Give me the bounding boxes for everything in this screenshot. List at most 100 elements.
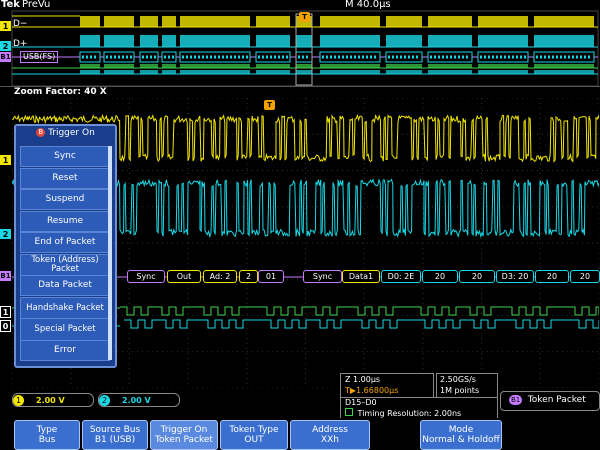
source-bus-label: Source Bus [89, 425, 141, 435]
trigger-on-label: Trigger On [160, 425, 208, 435]
prevu-d0-band [428, 70, 472, 74]
type-value: Bus [38, 435, 56, 445]
ch1-marker[interactable]: 1 [0, 155, 11, 165]
mode-label: Mode [448, 425, 474, 435]
prevu-ch1-band [104, 16, 134, 27]
bus-packet-field: Sync [303, 270, 342, 283]
menu-item-handshake-packet[interactable]: Handshake Packet [20, 296, 110, 320]
prevu-d1-band [296, 64, 312, 68]
menu-item-resume[interactable]: Resume [20, 210, 110, 232]
bus-packet-field: 2 [239, 270, 258, 283]
source-bus-button[interactable]: Source Bus B1 (USB) [82, 420, 148, 450]
prevu-ch2-band [80, 35, 100, 47]
bus-packet-field: Ad: 2 [203, 270, 237, 283]
d1-marker[interactable]: 1 [0, 306, 11, 318]
prevu-d0-band [162, 70, 176, 74]
bus-packet-field: D3: 20 [496, 270, 534, 283]
prevu-digital-trace [12, 64, 598, 75]
prevu-ch1-band [180, 16, 250, 27]
prevu-ch2-band [140, 35, 158, 47]
bus-packet-field: Data1 [342, 270, 380, 283]
ch1-badge-scale: 2.00 V [36, 395, 65, 405]
prevu-ch2-band [296, 35, 312, 47]
ch2-marker[interactable]: 2 [0, 229, 11, 239]
prevu-ch2-band [386, 35, 422, 47]
prevu-ch1-band [140, 16, 158, 27]
menu-item-error[interactable]: Error [20, 339, 110, 361]
address-label: Address [312, 425, 348, 435]
bus-packet-field: Out [167, 270, 201, 283]
menu-item-end-of-packet[interactable]: End of Packet [20, 232, 110, 253]
prevu-ch2-band [428, 35, 472, 47]
bus-packet-field: 01 [258, 270, 284, 283]
trigger-on-menu[interactable]: B Trigger On Sync Reset Suspend Resume End o… [14, 124, 117, 368]
address-button[interactable]: Address XXh [290, 420, 370, 450]
b1-marker[interactable]: B1 [0, 271, 11, 281]
prevu-d1-band [180, 64, 250, 68]
prevu-d0-band [320, 70, 380, 74]
prevu-ch1-band [256, 16, 290, 27]
ch2-scale-badge[interactable]: 2 2.00 V [98, 393, 180, 407]
mode-value: Normal & Holdoff [422, 435, 500, 445]
d1-trace-line [120, 306, 600, 316]
prevu-d1-band [80, 64, 100, 68]
prevu-d1-band [162, 64, 176, 68]
prevu-b1-marker: B1 [0, 52, 11, 62]
token-type-button[interactable]: Token Type OUT [220, 420, 288, 450]
prevu-d-plus-label: D+ [13, 39, 28, 49]
prevu-ch2-band [162, 35, 176, 47]
trigger-readout[interactable]: B1 Token Packet [500, 391, 600, 411]
prevu-d0-band [104, 70, 134, 74]
bus-packet-field: Sync [127, 270, 165, 283]
prevu-d1-band [428, 64, 472, 68]
source-bus-value: B1 (USB) [94, 435, 136, 445]
prevu-ch1-band [162, 16, 176, 27]
prevu-d0-band [386, 70, 422, 74]
token-type-value: OUT [244, 435, 264, 445]
bus-packet-field: D0: 2E [381, 270, 421, 283]
menu-item-special-packet[interactable]: Special Packet [20, 318, 110, 341]
prevu-ch2-band [256, 35, 290, 47]
mode-button[interactable]: Mode Normal & Holdoff [420, 420, 502, 450]
prevu-ch1-band [386, 16, 422, 27]
prevu-ch2-marker: 2 [0, 41, 11, 51]
digital-channels: D15–D0 [345, 398, 377, 407]
trigger-marker: T [264, 100, 275, 110]
ch2-badge-scale: 2.00 V [122, 395, 151, 405]
bus-packet-field: 20 [570, 270, 600, 283]
prevu-ch2-band [478, 35, 528, 47]
menu-scrollbar[interactable] [108, 146, 112, 360]
menu-item-reset[interactable]: Reset [20, 167, 110, 189]
bus-packet-field: 20 [459, 270, 495, 283]
timebase-value: Z 1.00μs [345, 375, 381, 384]
prevu-d1-band [478, 64, 528, 68]
prevu-d1-band [140, 64, 158, 68]
bus-packet-field: 20 [535, 270, 569, 283]
menu-item-sync[interactable]: Sync [20, 146, 110, 167]
type-button[interactable]: Type Bus [14, 420, 80, 450]
prevu-d-minus-label: D− [13, 19, 28, 29]
prevu-d1-band [320, 64, 380, 68]
prevu-d0-band [478, 70, 528, 74]
menu-item-token-address-packet[interactable]: Token (Address) Packet [20, 253, 110, 277]
menu-item-data-packet[interactable]: Data Packet [20, 275, 110, 296]
d0-trace-line [124, 319, 600, 329]
prevu-bus-trace [12, 51, 598, 63]
prevu-ch1-band [478, 16, 528, 27]
menu-item-suspend[interactable]: Suspend [20, 189, 110, 210]
trigger-on-button[interactable]: Trigger On Token Packet [150, 420, 218, 450]
prevu-bus-packet [255, 51, 291, 63]
ch1-scale-badge[interactable]: 1 2.00 V [12, 393, 94, 407]
digital-readout[interactable]: D15–D0 Timing Resolution: 2.00ns [340, 397, 498, 419]
prevu-d1-band [104, 64, 134, 68]
ch1-badge-num: 1 [13, 394, 24, 406]
timebase-readout[interactable]: Z 1.00μs T▶1.66800μs [340, 373, 434, 398]
prevu-d0-band [140, 70, 158, 74]
prevu-d1-band [386, 64, 422, 68]
zoom-factor-label: Zoom Factor: 40 X [14, 87, 107, 97]
prevu-ch1-band [534, 16, 594, 27]
d0-marker[interactable]: 0 [0, 320, 11, 332]
prevu-bus-label: USB(FS) [20, 51, 59, 63]
view-label: PreVu [22, 0, 51, 10]
acquisition-readout[interactable]: 2.50GS/s 1M points [436, 373, 498, 398]
